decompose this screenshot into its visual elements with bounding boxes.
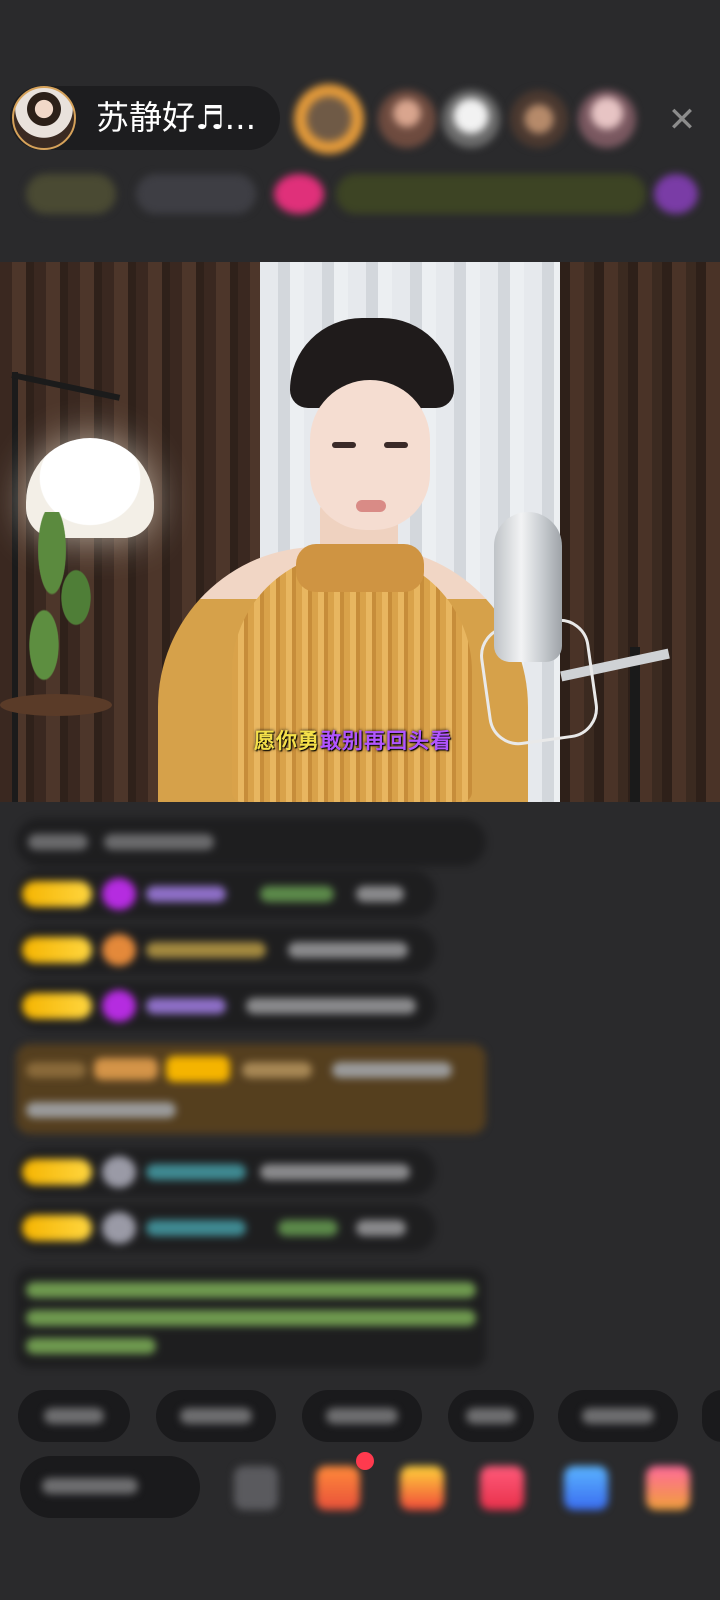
host-name[interactable]: 苏静好♬...	[96, 96, 256, 140]
gift-message	[16, 1044, 486, 1134]
emoji-icon[interactable]	[234, 1466, 278, 1510]
chat-message	[16, 1204, 436, 1252]
gift-icon[interactable]	[654, 174, 698, 214]
fan-club-icon[interactable]	[480, 1466, 524, 1510]
side-table	[0, 694, 112, 716]
stream-badge-row	[18, 168, 698, 222]
rank-badge[interactable]	[26, 174, 116, 214]
quick-reply-chip[interactable]	[302, 1390, 422, 1442]
lyric-subtitle: 愿你勇敢别再回头看	[254, 726, 452, 756]
top-viewer-avatar[interactable]	[442, 90, 500, 148]
top-viewer-avatar[interactable]	[578, 90, 636, 148]
singer-eye	[332, 442, 356, 448]
popularity-badge[interactable]	[136, 174, 256, 214]
notification-dot	[356, 1452, 374, 1470]
microphone	[494, 512, 562, 662]
lamp-pole	[12, 372, 18, 802]
quick-reply-chip[interactable]	[702, 1390, 720, 1442]
singer-collar	[296, 544, 424, 592]
chat-message	[16, 926, 436, 974]
chat-message	[16, 982, 436, 1030]
gift-box-icon[interactable]	[400, 1466, 444, 1510]
singer-lips	[356, 500, 386, 512]
quick-reply-chip[interactable]	[18, 1390, 130, 1442]
top-viewer-avatar[interactable]	[378, 90, 436, 148]
more-icon[interactable]	[646, 1466, 690, 1510]
gift-icon[interactable]	[316, 1466, 360, 1510]
singer-eye	[384, 442, 408, 448]
quick-reply-chip[interactable]	[558, 1390, 678, 1442]
game-icon[interactable]	[564, 1466, 608, 1510]
top-viewer-avatar[interactable]	[510, 90, 568, 148]
mic-stand	[630, 647, 640, 802]
close-icon[interactable]: ✕	[662, 100, 702, 140]
system-message	[16, 1268, 486, 1368]
lyric-sung: 愿你勇	[254, 729, 320, 753]
chat-message	[16, 818, 486, 866]
pk-badge[interactable]	[274, 174, 324, 214]
quick-reply-chip[interactable]	[156, 1390, 276, 1442]
host-avatar[interactable]	[12, 86, 76, 150]
top-viewer-avatar[interactable]	[294, 84, 364, 154]
comment-input[interactable]	[20, 1456, 200, 1518]
chat-message	[16, 1148, 436, 1196]
live-video[interactable]	[0, 262, 720, 802]
plant	[20, 512, 100, 702]
lyric-unsung: 敢别再回头看	[320, 729, 452, 753]
chat-message	[16, 870, 436, 918]
quick-reply-chip[interactable]	[448, 1390, 534, 1442]
tag-badges[interactable]	[336, 174, 646, 214]
